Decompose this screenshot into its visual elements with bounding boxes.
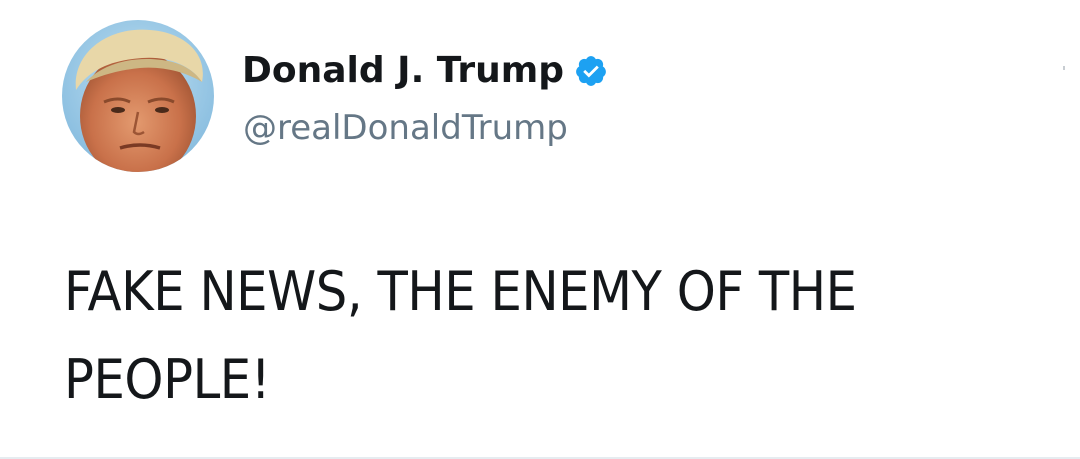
tweet-card: Donald J. Trump @realDonaldTrump FAKE NE… (0, 0, 1080, 459)
tweet-text: FAKE NEWS, THE ENEMY OF THE PEOPLE! (64, 260, 857, 411)
verified-badge-icon (574, 54, 608, 88)
avatar-photo (62, 20, 214, 172)
display-name-text: Donald J. Trump (242, 50, 565, 91)
display-name[interactable]: Donald J. Trump (242, 48, 608, 94)
avatar[interactable] (62, 20, 214, 172)
artifact-speck (1063, 66, 1065, 70)
user-handle[interactable]: @realDonaldTrump (243, 106, 568, 150)
